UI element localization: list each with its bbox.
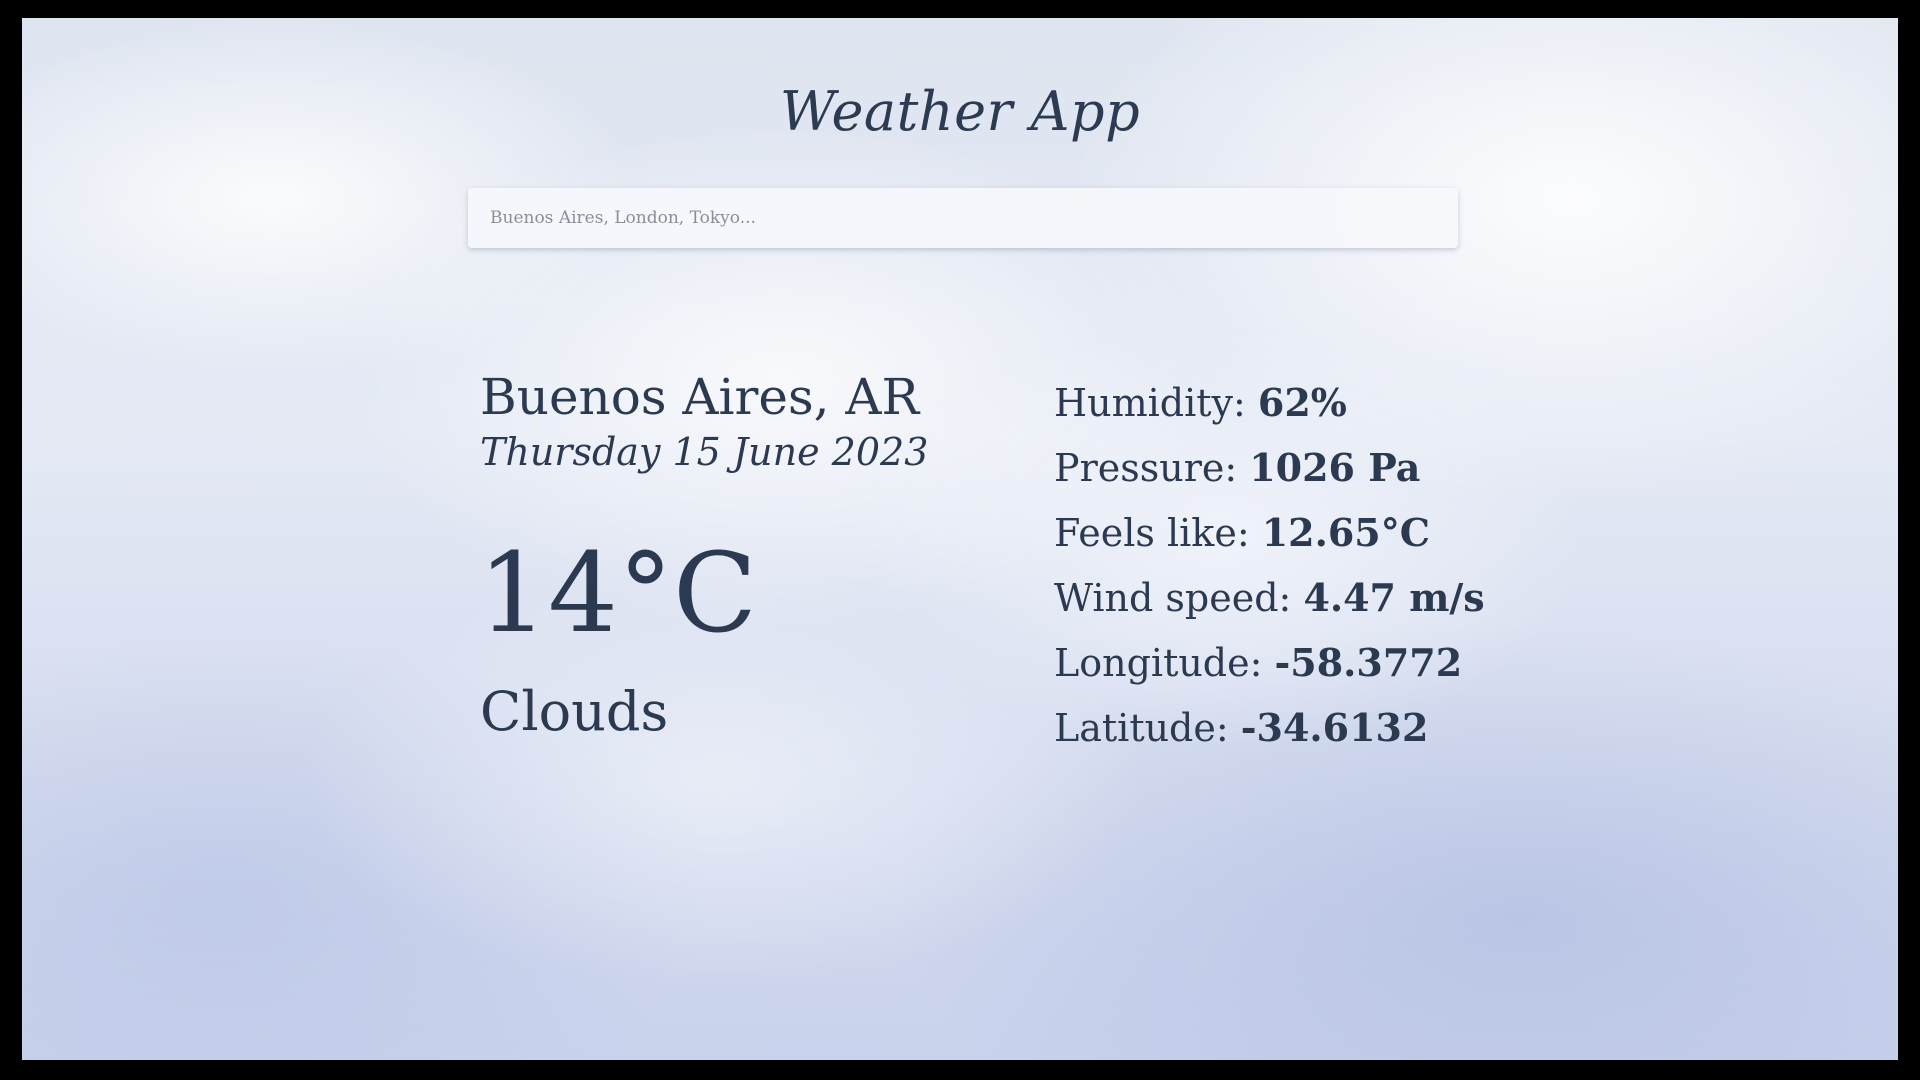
weather-app-window: Weather App Buenos Aires, AR Thursday 15… bbox=[22, 18, 1898, 1060]
detail-pressure: Pressure: 1026 Pa bbox=[1054, 445, 1485, 510]
current-date: Thursday 15 June 2023 bbox=[480, 430, 929, 474]
detail-label: Pressure: bbox=[1054, 446, 1250, 490]
weather-details: Humidity: 62% Pressure: 1026 Pa Feels li… bbox=[1054, 380, 1485, 770]
temperature-value: 14°C bbox=[478, 529, 758, 657]
location-name: Buenos Aires, AR bbox=[480, 368, 920, 426]
detail-value: 1026 Pa bbox=[1249, 445, 1421, 490]
detail-label: Longitude: bbox=[1054, 641, 1275, 685]
detail-label: Humidity: bbox=[1054, 381, 1258, 425]
detail-value: -34.6132 bbox=[1240, 705, 1429, 750]
detail-value: -58.3772 bbox=[1274, 640, 1463, 685]
detail-label: Latitude: bbox=[1054, 706, 1241, 750]
detail-label: Feels like: bbox=[1054, 511, 1262, 555]
detail-feels-like: Feels like: 12.65°C bbox=[1054, 510, 1485, 575]
detail-longitude: Longitude: -58.3772 bbox=[1054, 640, 1485, 705]
detail-value: 62% bbox=[1257, 380, 1347, 425]
detail-wind-speed: Wind speed: 4.47 m/s bbox=[1054, 575, 1485, 640]
weather-condition: Clouds bbox=[480, 680, 669, 743]
city-search-input[interactable] bbox=[468, 188, 1458, 248]
detail-humidity: Humidity: 62% bbox=[1054, 380, 1485, 445]
detail-latitude: Latitude: -34.6132 bbox=[1054, 705, 1485, 770]
detail-value: 12.65°C bbox=[1261, 510, 1430, 555]
detail-label: Wind speed: bbox=[1054, 576, 1304, 620]
app-title: Weather App bbox=[779, 80, 1141, 143]
detail-value: 4.47 m/s bbox=[1303, 575, 1485, 620]
